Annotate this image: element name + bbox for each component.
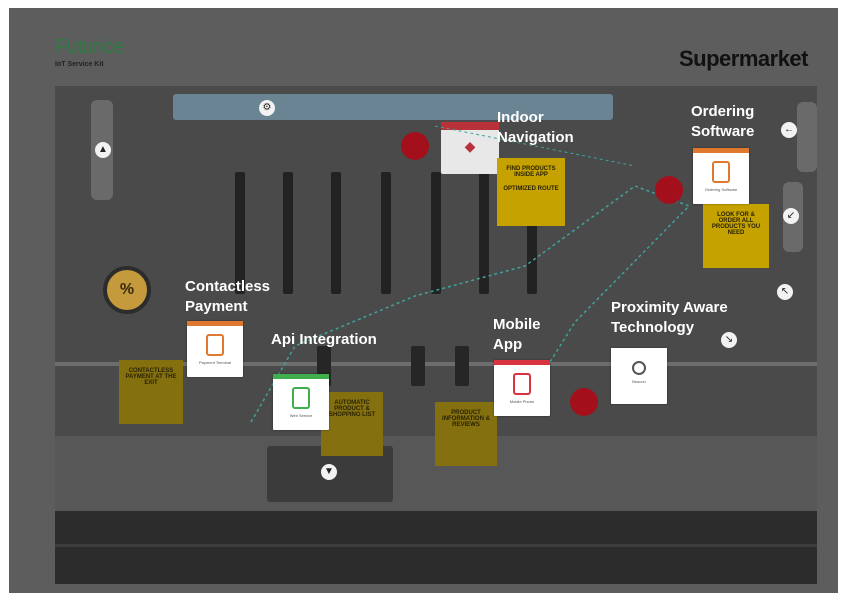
discount-icon: % <box>103 266 151 314</box>
label-api-integration: Api Integration <box>271 331 377 348</box>
card-bar <box>273 374 329 379</box>
card-payment-terminal: Payment Terminal <box>187 321 243 377</box>
cart-icon: ▲ <box>95 142 111 158</box>
card-beacon: Beacon <box>611 348 667 404</box>
phone-icon <box>513 373 531 395</box>
sticky-note: Automatic product & shopping list <box>321 392 383 456</box>
sticky-note: Contactless payment at the exit <box>119 360 183 424</box>
card-bar <box>611 348 667 353</box>
card-bar <box>187 321 243 326</box>
label-ordering-software: Ordering Software <box>691 103 755 140</box>
card-web-service: Web Service <box>273 374 329 430</box>
phone-icon <box>712 161 730 183</box>
store-map: ◆ ⚙ ▲ ← ↙ ↖ ↘ ▼ % Indoor Navigation Orde… <box>55 86 817 584</box>
sticky-note: Look for & order all products you need <box>703 204 769 268</box>
payment-terminal-icon <box>206 334 224 356</box>
sticky-note-text: Find products inside app <box>506 166 556 178</box>
location-marker <box>655 176 683 204</box>
sticky-note: Product information & reviews <box>435 402 497 466</box>
card-caption: Payment Terminal <box>199 360 231 365</box>
card-caption: Beacon <box>632 379 646 384</box>
card-bar <box>494 360 550 365</box>
label-mobile-app: Mobile App <box>493 316 541 353</box>
card-caption: Mobile Phone <box>509 399 535 404</box>
page-title: Supermarket <box>678 46 809 71</box>
card-ordering-software: Ordering Software <box>693 148 749 204</box>
card-bar <box>693 148 749 153</box>
gear-icon: ⚙ <box>259 100 275 116</box>
sticky-note: Find products inside app Optimized route <box>497 158 565 226</box>
card-caption: Ordering Software <box>704 187 738 192</box>
arrow-diagonal-icon: ↙ <box>783 208 799 224</box>
label-indoor-navigation: Indoor Navigation <box>497 109 574 146</box>
card-mobile-phone: Mobile Phone <box>494 360 550 416</box>
card-caption: Web Service <box>289 413 313 418</box>
diagram-frame: Futurice IoT Service Kit Supermarket ◆ ⚙… <box>9 8 838 593</box>
phone-icon <box>292 387 310 409</box>
location-marker <box>570 388 598 416</box>
beacon-icon <box>632 361 646 375</box>
label-contactless-payment: Contactless Payment <box>185 278 271 315</box>
entrance-arrow-icon: ▼ <box>321 464 337 480</box>
brand-logo: Futurice IoT Service Kit <box>55 36 124 68</box>
arrow-left-icon: ← <box>781 122 797 138</box>
brand-subtitle: IoT Service Kit <box>55 61 104 68</box>
sticky-note-text: Optimized route <box>503 186 559 192</box>
brand-name: Futurice <box>55 36 124 58</box>
label-proximity-aware-technology: Proximity Aware Technology <box>611 299 728 336</box>
location-marker <box>401 132 429 160</box>
